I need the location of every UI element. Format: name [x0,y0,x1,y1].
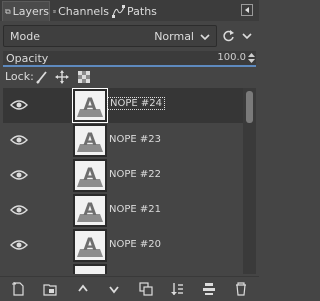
layer-row[interactable]: A NOPE #24 [3,88,243,123]
anchor-layer-icon[interactable] [202,282,216,296]
opacity-label: Opacity [6,52,49,65]
layer-row[interactable]: A NOPE #23 [3,123,243,158]
eye-icon[interactable] [10,134,28,146]
tab-layers[interactable]: Layers [2,1,50,21]
new-layer-group-icon[interactable] [43,282,57,296]
composite-mode-button[interactable] [220,25,256,47]
text-layer-thumbnail-icon: A [73,124,107,157]
layer-name: NOPE #23 [109,134,161,145]
delete-layer-icon[interactable] [234,282,248,296]
layer-row[interactable]: A NOPE #20 [3,228,243,263]
tab-paths-label: Paths [127,4,157,18]
mode-select[interactable]: Mode Normal [3,25,217,47]
layer-name: NOPE #22 [109,169,161,180]
reset-icon [223,30,234,42]
layers-icon [5,9,11,14]
lower-layer-icon[interactable] [107,282,121,296]
layer-list: A NOPE #24 A NOPE #23 A NOPE #22 A NOPE … [3,88,243,274]
lock-alpha-icon[interactable] [77,70,91,84]
paths-icon [112,4,125,18]
layer-row[interactable] [3,263,243,274]
svg-text:A: A [83,130,97,150]
layers-toolbar [0,276,259,301]
svg-text:A: A [83,235,97,255]
mode-value: Normal [154,30,194,43]
eye-icon[interactable] [10,169,28,181]
text-layer-thumbnail-icon: A [73,194,107,227]
tab-paths[interactable]: Paths [110,1,158,21]
opacity-value: 100.0 [217,52,246,63]
new-layer-icon[interactable] [11,282,25,296]
dock-tab-bar: Layers Channels Paths [0,0,259,21]
layers-dock-panel: Layers Channels Paths Mode Normal Opacit… [0,0,259,301]
chevron-down-icon [242,33,252,40]
layer-row[interactable]: A NOPE #22 [3,158,243,193]
opacity-slider[interactable]: Opacity 100.0 [3,51,256,67]
eye-icon[interactable] [10,239,28,251]
lock-position-icon[interactable] [55,70,69,84]
tab-layers-label: Layers [12,5,49,18]
layer-list-scrollbar[interactable] [243,88,256,274]
layer-name: NOPE #21 [109,204,161,215]
tab-channels[interactable]: Channels [51,1,109,21]
tab-channels-label: Channels [58,4,109,18]
lock-row: Lock: [3,68,256,86]
layer-name: NOPE #20 [109,239,161,250]
spin-arrows-icon[interactable] [248,52,255,64]
raise-layer-icon[interactable] [76,282,90,296]
mode-label: Mode [10,30,40,43]
eye-icon[interactable] [10,204,28,216]
text-layer-thumbnail-icon: A [73,159,107,192]
text-layer-thumbnail-icon [73,264,107,274]
svg-text:A: A [83,165,97,185]
scrollbar-thumb[interactable] [246,91,253,123]
layer-name: NOPE #24 [107,97,165,110]
text-layer-thumbnail-icon: A [73,229,107,262]
svg-text:A: A [83,200,97,220]
text-layer-thumbnail-icon: A [72,88,108,123]
layer-row[interactable]: A NOPE #21 [3,193,243,228]
channels-icon [53,9,56,13]
lock-label: Lock: [5,70,34,83]
eye-icon[interactable] [10,99,28,111]
duplicate-layer-icon[interactable] [139,282,153,296]
mode-row: Mode Normal [3,25,256,47]
merge-layer-icon[interactable] [170,282,184,296]
chevron-down-icon [200,34,210,41]
svg-text:A: A [83,95,97,115]
lock-pixels-icon[interactable] [35,70,49,84]
dock-menu-icon[interactable] [241,4,253,16]
